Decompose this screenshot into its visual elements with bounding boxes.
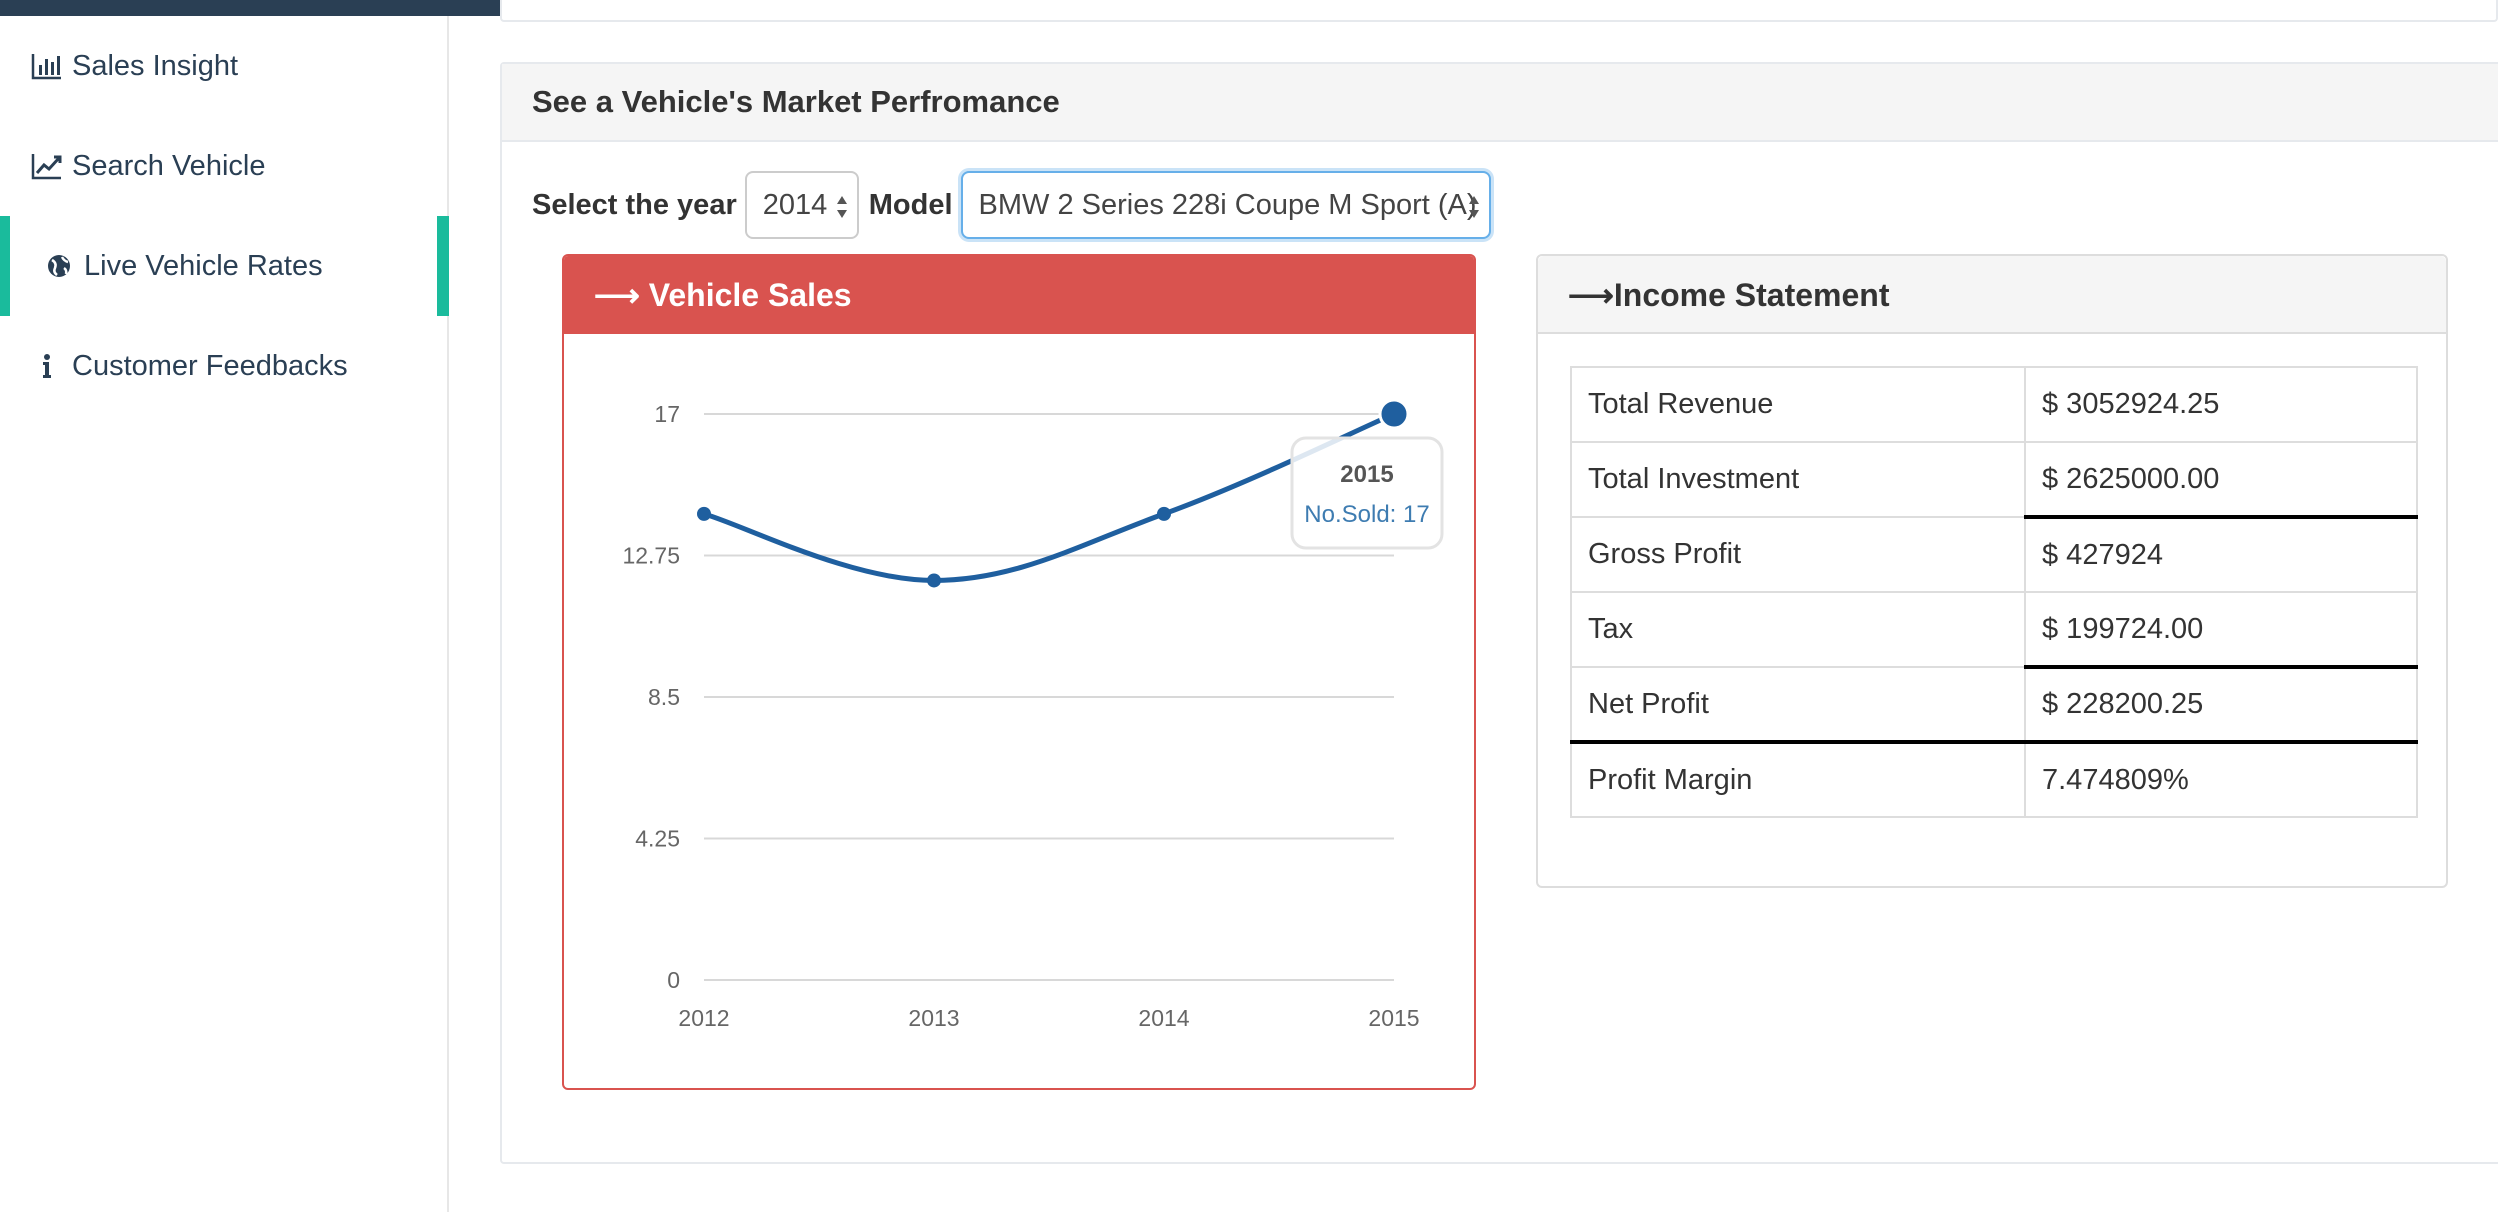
tooltip-year: 2015 <box>1340 461 1393 488</box>
table-row: Total Investment $ 2625000.00 <box>1570 441 2418 519</box>
y-tick-label: 12.75 <box>622 543 680 569</box>
select-arrows-icon <box>836 196 847 218</box>
tooltip-value: No.Sold: 17 <box>1304 501 1429 528</box>
row-value: $ 2625000.00 <box>2024 441 2418 519</box>
filter-form: Select the year 2014 Model BMW 2 Series … <box>532 170 1491 240</box>
arrow-right-icon: ⟶ <box>1568 277 1614 313</box>
chart-tooltip: 2015 No.Sold: 17 <box>1290 436 1444 550</box>
income-statement-title-text: Income Statement <box>1613 277 1890 313</box>
previous-panel-edge <box>500 0 2498 22</box>
y-tick-label: 4.25 <box>635 826 680 852</box>
vehicle-sales-chart: 0 4.25 8.5 12.75 17 2012 2013 2014 2015 2015 No… <box>622 398 1444 1031</box>
data-point[interactable] <box>697 506 711 521</box>
sidebar-item-label: Sales Insight <box>72 49 239 82</box>
year-select-value: 2014 <box>762 188 828 221</box>
year-label: Select the year <box>532 188 737 221</box>
model-select[interactable]: BMW 2 Series 228i Coupe M Sport (A) <box>960 171 1491 239</box>
sidebar-item-label: Live Vehicle Rates <box>84 249 323 282</box>
sidebar-item-sales-insight[interactable]: Sales Insight <box>0 16 449 116</box>
x-tick-label: 2015 <box>1368 1005 1419 1031</box>
row-value: 7.474809% <box>2024 741 2418 818</box>
income-statement-box: ⟶Income Statement Total Revenue $ 305292… <box>1536 254 2448 888</box>
y-axis-ticks: 0 4.25 8.5 12.75 17 <box>622 401 680 993</box>
globe-icon <box>48 255 70 277</box>
income-statement-title: ⟶Income Statement <box>1568 276 1890 314</box>
info-icon <box>43 354 51 378</box>
panel-title: See a Vehicle's Market Perfromance <box>532 84 1060 119</box>
income-statement-heading: ⟶Income Statement <box>1538 256 2446 334</box>
sidebar-item-label: Customer Feedbacks <box>72 349 348 382</box>
row-label: Total Investment <box>1570 441 2026 518</box>
x-axis-ticks: 2012 2013 2014 2015 <box>678 1005 1419 1031</box>
line-chart-icon <box>31 154 62 180</box>
select-arrows-icon <box>1468 196 1479 218</box>
x-tick-label: 2013 <box>908 1005 959 1031</box>
income-table: Total Revenue $ 3052924.25 Total Investm… <box>1570 366 2418 818</box>
y-tick-label: 0 <box>667 967 680 993</box>
row-value: $ 427924 <box>2024 516 2418 593</box>
year-select[interactable]: 2014 <box>744 171 859 239</box>
data-point[interactable] <box>1378 398 1410 430</box>
table-row: Total Revenue $ 3052924.25 <box>1570 366 2418 443</box>
data-point[interactable] <box>927 573 941 588</box>
model-label: Model <box>868 188 953 221</box>
row-value: $ 3052924.25 <box>2024 366 2418 443</box>
sidebar-item-customer-feedbacks[interactable]: Customer Feedbacks <box>0 316 449 416</box>
row-label: Total Revenue <box>1570 366 2026 443</box>
sidebar: Sales Insight Search Vehicle Live Vehicl… <box>0 16 449 1212</box>
table-row: Gross Profit $ 427924 <box>1570 516 2418 593</box>
vehicle-sales-box: ⟶ Vehicle Sales 0 4.25 8.5 12.75 17 2012 2013… <box>562 254 1476 1090</box>
sidebar-item-live-vehicle-rates[interactable]: Live Vehicle Rates <box>0 216 449 316</box>
model-select-value: BMW 2 Series 228i Coupe M Sport (A) <box>978 188 1477 221</box>
row-label: Net Profit <box>1570 666 2026 744</box>
table-row: Profit Margin 7.474809% <box>1570 741 2418 818</box>
data-point[interactable] <box>1157 506 1171 521</box>
x-tick-label: 2012 <box>678 1005 729 1031</box>
row-label: Tax <box>1570 591 2026 668</box>
table-row: Tax $ 199724.00 <box>1570 591 2418 669</box>
y-tick-label: 17 <box>654 401 680 427</box>
sidebar-item-label: Search Vehicle <box>72 149 266 182</box>
row-label: Gross Profit <box>1570 516 2026 593</box>
x-tick-label: 2014 <box>1138 1005 1189 1031</box>
row-value: $ 228200.25 <box>2024 666 2418 744</box>
sidebar-item-search-vehicle[interactable]: Search Vehicle <box>0 116 449 216</box>
tooltip-box <box>1290 436 1444 550</box>
table-row: Net Profit $ 228200.25 <box>1570 666 2418 744</box>
y-tick-label: 8.5 <box>648 684 680 710</box>
row-label: Profit Margin <box>1570 741 2026 818</box>
bar-chart-icon <box>31 54 61 80</box>
row-value: $ 199724.00 <box>2024 591 2418 669</box>
panel-heading: See a Vehicle's Market Perfromance <box>502 64 2498 142</box>
